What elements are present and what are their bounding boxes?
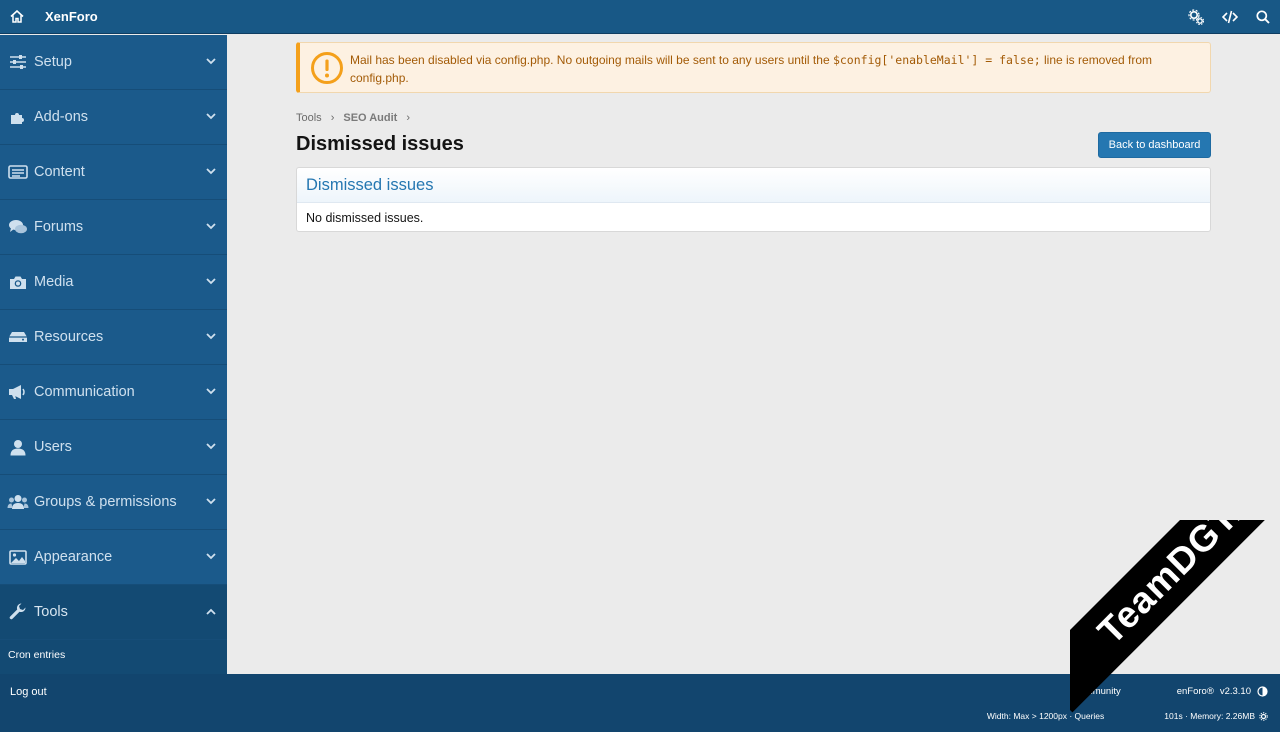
breadcrumb: Tools › SEO Audit › [296, 112, 410, 124]
user-icon [1, 439, 34, 456]
chevron-down-icon [206, 553, 216, 560]
image-icon [1, 549, 34, 565]
debug-left: Width: Max > 1200px · Queries [986, 711, 1105, 721]
top-bar: XenForo [0, 0, 1280, 34]
chevron-down-icon [206, 58, 216, 65]
breadcrumb-item-seo-audit[interactable]: SEO Audit [343, 112, 397, 124]
mail-disabled-notice: Mail has been disabled via config.php. N… [296, 42, 1211, 93]
page-title: Dismissed issues [296, 133, 464, 155]
chevron-right-icon: › [406, 112, 411, 124]
chevron-down-icon [206, 168, 216, 175]
dismissed-issues-block: Dismissed issues No dismissed issues. [296, 167, 1211, 232]
sidebar-item-tools[interactable]: Tools [0, 585, 227, 640]
content-icon [1, 165, 34, 179]
sidebar-item-label: Users [34, 439, 72, 455]
sidebar-item-label: Content [34, 164, 85, 180]
sidebar-item-groups-permissions[interactable]: Groups & permissions [0, 475, 227, 530]
puzzle-icon [1, 109, 34, 125]
credits-right[interactable]: enForo® [1177, 686, 1214, 697]
gear-icon[interactable] [1259, 711, 1268, 721]
block-body: No dismissed issues. [306, 211, 424, 225]
code-button[interactable] [1222, 10, 1238, 24]
chevron-right-icon: › [330, 112, 335, 124]
comments-icon [1, 219, 34, 235]
sidebar-item-appearance[interactable]: Appearance [0, 530, 227, 585]
watermark-text: TeamDGT.org [1089, 520, 1280, 652]
sidebar-item-forums[interactable]: Forums [0, 200, 227, 255]
sidebar-item-label: Communication [34, 384, 135, 400]
sidebar: Setup Add-ons Content Forums Media Resou… [0, 35, 227, 730]
sidebar-item-resources[interactable]: Resources [0, 310, 227, 365]
credits-left: Community [1072, 686, 1121, 697]
sidebar-item-setup[interactable]: Setup [0, 35, 227, 90]
theme-toggle-icon[interactable] [1257, 686, 1268, 697]
block-header: Dismissed issues [297, 168, 1210, 203]
version-label: v2.3.10 [1219, 686, 1251, 697]
sidebar-item-label: Add-ons [34, 109, 89, 125]
warning-icon [311, 52, 343, 84]
footer: Log out Community enForo® v2.3.10 Width:… [0, 674, 1280, 732]
sidebar-item-label: Media [34, 274, 74, 290]
sidebar-item-label: Resources [34, 329, 104, 345]
breadcrumb-item-tools[interactable]: Tools [296, 112, 322, 124]
sidebar-item-users[interactable]: Users [0, 420, 227, 475]
chevron-down-icon [206, 223, 216, 230]
wrench-icon [1, 603, 34, 621]
home-icon [10, 10, 24, 23]
chevron-down-icon [206, 113, 216, 120]
subnav-item-cron-entries[interactable]: Cron entries [8, 649, 65, 661]
users-icon [1, 494, 34, 510]
footer-credits: Community enForo® v2.3.10 [1073, 686, 1268, 697]
notice-message: Mail has been disabled via config.php. N… [350, 51, 1198, 87]
logout-link[interactable]: Log out [10, 686, 47, 698]
notice-text: Mail has been disabled via config.php. N… [350, 53, 833, 67]
sidebar-item-content[interactable]: Content [0, 145, 227, 200]
settings-button[interactable] [1188, 9, 1204, 25]
chevron-up-icon [206, 608, 216, 615]
home-button[interactable] [0, 0, 34, 34]
megaphone-icon [1, 384, 34, 400]
search-icon [1256, 10, 1270, 24]
settings-cogs-icon [1188, 9, 1204, 25]
sidebar-item-label: Forums [34, 219, 84, 235]
notice-code: $config['enableMail'] = false; [832, 53, 1041, 67]
sidebar-item-communication[interactable]: Communication [0, 365, 227, 420]
chevron-down-icon [206, 333, 216, 340]
hdd-icon [1, 331, 34, 343]
back-to-dashboard-button[interactable]: Back to dashboard [1098, 132, 1211, 158]
debug-info: Width: Max > 1200px · Queries 101s · Mem… [987, 711, 1268, 721]
chevron-down-icon [206, 278, 216, 285]
sidebar-item-add-ons[interactable]: Add-ons [0, 90, 227, 145]
sliders-icon [1, 54, 34, 70]
search-button[interactable] [1256, 10, 1270, 24]
chevron-down-icon [206, 498, 216, 505]
debug-right: 101s · Memory: 2.26MB [1164, 711, 1255, 721]
chevron-down-icon [206, 388, 216, 395]
sidebar-item-label: Tools [34, 604, 68, 620]
sidebar-item-label: Groups & permissions [34, 494, 177, 510]
sidebar-item-label: Appearance [34, 549, 113, 565]
sidebar-item-media[interactable]: Media [0, 255, 227, 310]
sidebar-item-label: Setup [34, 54, 72, 70]
code-icon [1222, 10, 1238, 24]
chevron-down-icon [206, 443, 216, 450]
brand-link[interactable]: XenForo [45, 9, 98, 24]
camera-icon [1, 275, 34, 290]
